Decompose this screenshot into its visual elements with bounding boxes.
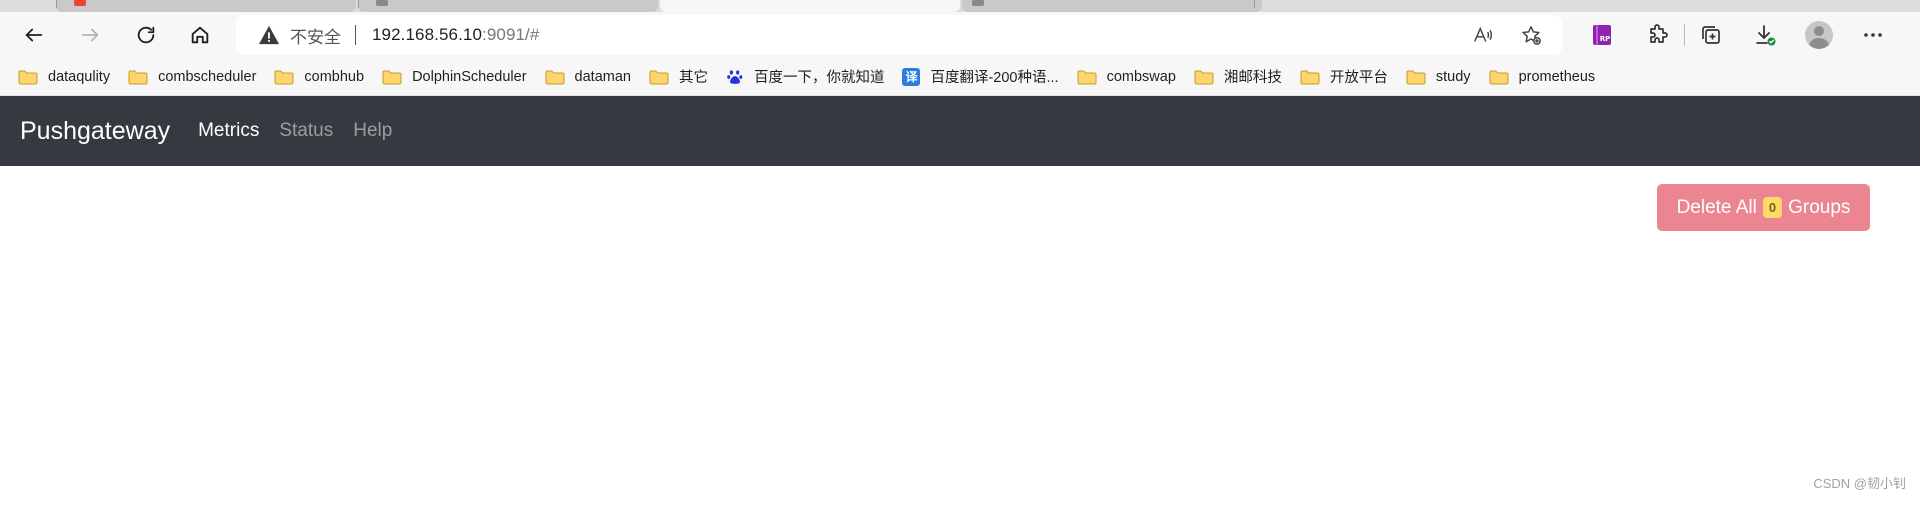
rp-extension-button[interactable]: RP: [1580, 15, 1624, 55]
tab-separator: [358, 0, 359, 8]
folder-icon: [1077, 69, 1097, 85]
browser-tab[interactable]: [962, 0, 1262, 12]
bookmark-label: 百度一下，你就知道: [753, 70, 885, 86]
home-icon: [191, 26, 209, 44]
app-navbar: Pushgateway Metrics Status Help: [0, 96, 1920, 166]
bookmark-item[interactable]: prometheus: [1489, 62, 1606, 92]
tab-separator: [1254, 0, 1255, 8]
bookmark-item[interactable]: 湘邮科技: [1194, 62, 1292, 92]
bookmark-item[interactable]: combhub: [274, 62, 374, 92]
browser-tab[interactable]: [358, 0, 658, 12]
tab-favicon: [376, 0, 388, 6]
tab-strip-empty: [1264, 0, 1920, 12]
bookmark-item[interactable]: 译百度翻译-200种语...: [902, 62, 1068, 92]
more-horizontal-icon: [1864, 33, 1882, 37]
nav-link-help[interactable]: Help: [353, 120, 392, 142]
folder-icon: [545, 69, 565, 85]
bookmark-label: study: [1435, 68, 1471, 85]
folder-icon: [649, 69, 669, 85]
nav-link-status[interactable]: Status: [279, 120, 333, 142]
delete-button-suffix: Groups: [1788, 196, 1851, 218]
address-bar-actions: [1472, 15, 1542, 55]
avatar: [1805, 21, 1833, 49]
folder-icon: [18, 69, 38, 85]
back-button[interactable]: [14, 15, 54, 55]
bookmark-label: prometheus: [1518, 68, 1596, 85]
tab-favicon: [74, 0, 86, 6]
url-path: :9091/#: [482, 25, 540, 44]
folder-icon: [1489, 69, 1509, 85]
bookmark-label: 百度翻译-200种语...: [930, 70, 1059, 86]
folder-icon: [1300, 69, 1320, 85]
arrow-left-icon: [25, 28, 43, 42]
folder-icon: [382, 69, 402, 85]
settings-more-button[interactable]: [1851, 15, 1895, 55]
puzzle-piece-icon: [1650, 24, 1668, 43]
bookmark-item[interactable]: 开放平台: [1300, 62, 1398, 92]
rp-extension-icon: RP: [1593, 25, 1611, 45]
bookmark-item[interactable]: 百度一下，你就知道: [726, 62, 895, 92]
browser-toolbar: 不安全 192.168.56.10:9091/# RP: [0, 12, 1920, 58]
bookmark-label: 开放平台: [1329, 70, 1388, 86]
bookmark-label: combswap: [1106, 68, 1176, 85]
bookmark-item[interactable]: study: [1406, 62, 1481, 92]
folder-icon: [128, 69, 148, 85]
bookmark-label: DolphinScheduler: [412, 68, 527, 85]
browser-tab-active[interactable]: [660, 0, 960, 12]
bookmark-item[interactable]: DolphinScheduler: [382, 62, 536, 92]
folder-icon: [1194, 69, 1214, 85]
bookmark-label: combscheduler: [158, 68, 257, 85]
fanyi-icon: 译: [902, 67, 921, 86]
delete-all-groups-button[interactable]: Delete All 0 Groups: [1657, 184, 1870, 231]
home-button[interactable]: [180, 15, 220, 55]
app-brand[interactable]: Pushgateway: [20, 117, 170, 146]
forward-button[interactable]: [70, 15, 110, 55]
address-bar[interactable]: 不安全 192.168.56.10:9091/#: [236, 15, 1562, 55]
toolbar-extensions: RP: [1580, 12, 1895, 58]
bookmark-label: combhub: [304, 68, 365, 85]
baidu-paw-icon: [726, 68, 744, 86]
folder-icon: [1406, 69, 1426, 85]
favorite-star-add-icon[interactable]: [1520, 24, 1542, 46]
delete-button-prefix: Delete All: [1676, 196, 1757, 218]
warning-triangle-icon[interactable]: [258, 25, 280, 45]
url-text[interactable]: 192.168.56.10:9091/#: [372, 25, 539, 45]
bookmark-label: dataqulity: [48, 68, 111, 85]
bookmark-item[interactable]: dataman: [545, 62, 641, 92]
url-host: 192.168.56.10: [372, 25, 483, 44]
reload-button[interactable]: [126, 15, 166, 55]
main-content: Delete All 0 Groups CSDN @韧小钊: [0, 166, 1920, 512]
folder-icon: [274, 69, 294, 85]
svg-text:RP: RP: [1600, 35, 1611, 43]
security-status-label[interactable]: 不安全: [290, 23, 341, 48]
download-icon: [1756, 25, 1776, 46]
bookmark-item[interactable]: 其它: [649, 62, 718, 92]
collections-icon: [1702, 26, 1720, 44]
profile-button[interactable]: [1797, 15, 1841, 55]
tab-strip: [0, 0, 1920, 12]
bookmarks-bar: dataqulity combscheduler combhub DolphinSch…: [0, 58, 1920, 96]
reload-icon: [137, 26, 155, 44]
fanyi-icon-glyph: 译: [905, 69, 918, 84]
toolbar-separator: [1684, 24, 1685, 46]
extensions-button[interactable]: [1636, 15, 1680, 55]
tab-favicon: [972, 0, 984, 6]
bookmark-label: 湘邮科技: [1223, 70, 1282, 86]
group-count-badge: 0: [1762, 197, 1783, 218]
bookmark-item[interactable]: combscheduler: [128, 62, 266, 92]
bookmark-item[interactable]: combswap: [1077, 62, 1186, 92]
browser-tab[interactable]: [56, 0, 356, 12]
bookmark-item[interactable]: dataqulity: [18, 62, 120, 92]
bookmark-label: dataman: [574, 68, 631, 85]
downloads-button[interactable]: [1743, 15, 1787, 55]
arrow-right-icon: [81, 28, 99, 42]
read-aloud-icon[interactable]: [1472, 24, 1494, 46]
address-separator: [355, 25, 356, 45]
tab-separator: [56, 0, 57, 8]
watermark: CSDN @韧小钊: [1813, 476, 1906, 491]
collections-button[interactable]: [1689, 15, 1733, 55]
bookmark-label: 其它: [678, 70, 708, 86]
nav-link-metrics[interactable]: Metrics: [198, 120, 259, 142]
